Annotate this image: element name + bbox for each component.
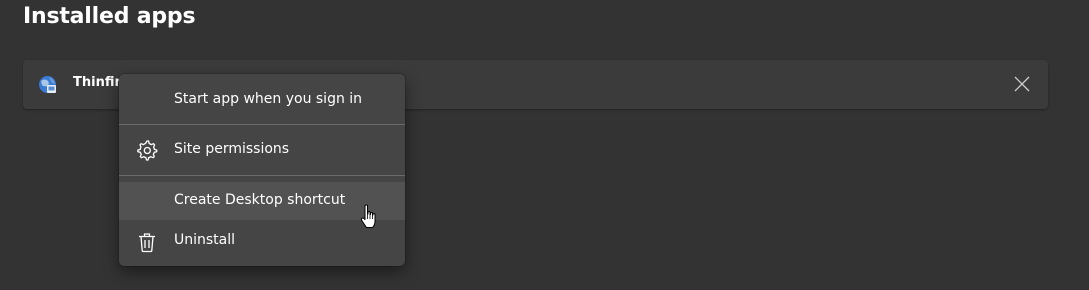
trash-icon — [136, 231, 158, 253]
menu-item-label: Create Desktop shortcut — [174, 192, 346, 208]
menu-item-create-desktop-shortcut[interactable]: Create Desktop shortcut — [119, 182, 405, 220]
menu-item-label: Uninstall — [174, 232, 236, 248]
installed-apps-page: Installed apps Thinfin Start app when yo… — [0, 0, 1089, 290]
menu-item-site-permissions[interactable]: Site permissions — [119, 131, 405, 169]
app-name: Thinfin — [73, 75, 124, 90]
gear-icon — [136, 140, 158, 162]
menu-item-label: Start app when you sign in — [174, 91, 363, 107]
app-context-menu: Start app when you sign in Site permissi… — [119, 74, 405, 266]
menu-item-uninstall[interactable]: Uninstall — [119, 222, 405, 260]
menu-item-label: Site permissions — [174, 141, 290, 157]
close-icon[interactable] — [1012, 74, 1032, 94]
page-title: Installed apps — [23, 4, 196, 29]
menu-divider — [119, 124, 405, 125]
menu-item-start-on-sign-in[interactable]: Start app when you sign in — [119, 81, 405, 119]
thinfinity-app-icon — [38, 75, 57, 94]
menu-divider — [119, 175, 405, 176]
